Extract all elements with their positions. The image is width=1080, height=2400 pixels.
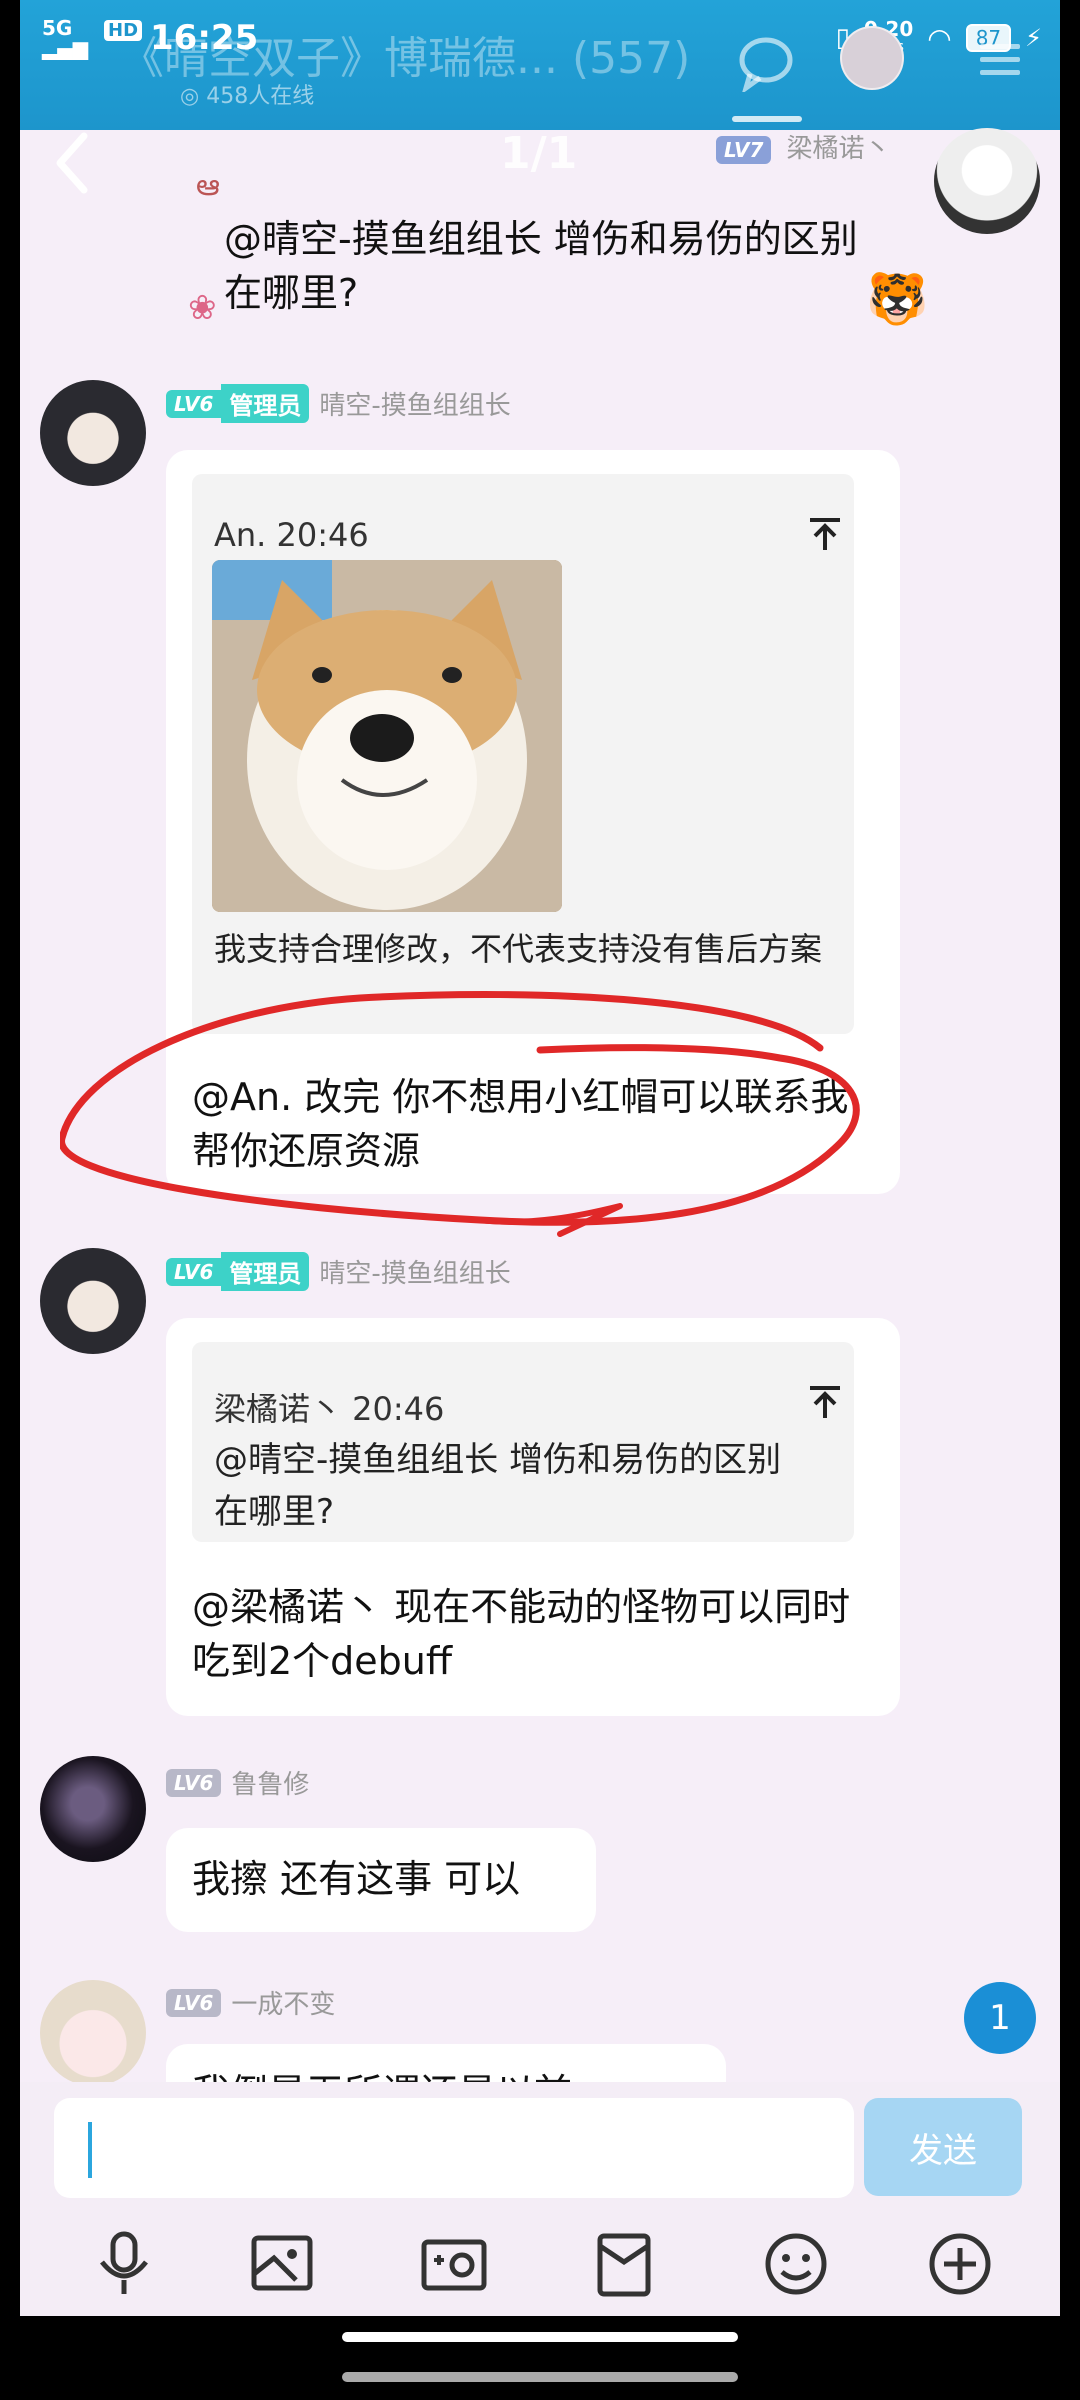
message-text: 我擦 还有这事 可以 xyxy=(192,1857,521,1901)
signal-icon: ▂▄▆ xyxy=(42,36,89,60)
online-count: ◎ 458人在线 xyxy=(180,78,314,110)
avatar[interactable] xyxy=(40,1980,146,2086)
chat-header: 5G ▂▄▆ HD 16:25 《晴空双子》博瑞德... (557) ◎ 458… xyxy=(20,0,1060,130)
online-icon: ◎ xyxy=(180,84,200,109)
level-badge: LV6 xyxy=(166,1768,222,1797)
group-avatar[interactable] xyxy=(840,26,904,90)
sender-name: 晴空-摸鱼组组长 xyxy=(319,391,511,421)
jump-to-top-icon[interactable] xyxy=(808,516,842,552)
sender-name: 晴空-摸鱼组组长 xyxy=(319,1259,511,1289)
avatar[interactable] xyxy=(40,1248,146,1354)
admin-badge: 管理员 xyxy=(221,384,310,423)
network-type: 5G xyxy=(42,16,73,40)
add-icon[interactable] xyxy=(924,2228,996,2300)
quote-text: @晴空-摸鱼组组长 增伤和易伤的区别在哪里? xyxy=(214,1440,782,1532)
app-screen: 5G ▂▄▆ HD 16:25 《晴空双子》博瑞德... (557) ◎ 458… xyxy=(20,0,1060,2316)
bubble-sticker-icon: ఆ xyxy=(196,168,220,203)
input-bar: 发送 xyxy=(20,2082,1060,2212)
quoted-message[interactable]: 梁橘诺丶 20:46 @晴空-摸鱼组组长 增伤和易伤的区别在哪里? xyxy=(192,1342,854,1542)
chat-bubble-icon[interactable] xyxy=(736,36,796,92)
microphone-icon[interactable] xyxy=(88,2228,160,2300)
quote-header: An. 20:46 xyxy=(214,516,369,554)
message-input[interactable] xyxy=(54,2098,854,2198)
charging-icon: ⚡ xyxy=(1025,24,1042,52)
avatar[interactable] xyxy=(40,380,146,486)
group-title: 《晴空双子》博瑞德... (557) xyxy=(120,33,691,84)
quote-text: 我支持合理修改，不代表支持没有售后方案 xyxy=(214,930,823,968)
text-caret xyxy=(88,2122,92,2178)
message-text: @晴空-摸鱼组组长 增伤和易伤的区别在哪里? xyxy=(224,217,858,315)
message-bubble[interactable]: 我擦 还有这事 可以 xyxy=(166,1828,596,1932)
send-button[interactable]: 发送 xyxy=(864,2098,1022,2196)
bubble-flower-icon: ❀ xyxy=(188,288,217,328)
emoji-icon[interactable] xyxy=(760,2228,832,2300)
quote-header: 梁橘诺丶 20:46 xyxy=(214,1390,445,1428)
admin-badge: 管理员 xyxy=(221,1252,310,1291)
level-badge: LV6 xyxy=(166,1988,222,2017)
level-badge: LV6 xyxy=(166,1257,222,1286)
online-label: 458人在线 xyxy=(206,84,315,109)
red-annotation-circle xyxy=(60,991,860,1237)
home-indicator[interactable] xyxy=(342,2332,738,2342)
message-meta: LV6 管理员 晴空-摸鱼组组长 xyxy=(166,384,511,423)
camera-icon[interactable] xyxy=(418,2228,490,2300)
level-badge: LV6 xyxy=(166,389,222,418)
input-toolbar xyxy=(20,2212,1060,2316)
message-top-bubble[interactable]: ఆ @晴空-摸鱼组组长 增伤和易伤的区别在哪里? ❀ 🐯 xyxy=(176,160,928,350)
gesture-bar xyxy=(342,2372,738,2382)
status-network: 5G ▂▄▆ xyxy=(42,18,88,58)
red-packet-icon[interactable] xyxy=(588,2228,660,2300)
tab-indicator xyxy=(732,116,802,122)
avatar[interactable] xyxy=(40,1756,146,1862)
jump-to-top-icon[interactable] xyxy=(808,1384,842,1420)
shiba-drawing xyxy=(212,560,562,912)
message-meta: LV6 鲁鲁修 xyxy=(166,1764,309,1801)
sender-name: 一成不变 xyxy=(231,1990,336,2020)
quoted-message[interactable]: An. 20:46 我支持合理修改，不代表支持没有售后方案 xyxy=(192,474,854,1034)
image-icon[interactable] xyxy=(246,2228,318,2300)
menu-icon[interactable] xyxy=(978,40,1022,80)
message-bubble[interactable]: 梁橘诺丶 20:46 @晴空-摸鱼组组长 增伤和易伤的区别在哪里? @梁橘诺丶 … xyxy=(166,1318,900,1716)
message-text: @梁橘诺丶 现在不能动的怪物可以同时吃到2个debuff xyxy=(192,1585,851,1683)
sender-name: 鲁鲁修 xyxy=(231,1770,310,1800)
message-meta: LV6 管理员 晴空-摸鱼组组长 xyxy=(166,1252,511,1291)
back-arrow-icon[interactable] xyxy=(48,128,98,198)
wifi-icon: ◠ xyxy=(927,21,952,55)
unread-count-badge[interactable]: 1 xyxy=(964,1982,1036,2054)
message-meta: LV6 一成不变 xyxy=(166,1984,335,2021)
avatar-top-sender[interactable] xyxy=(934,128,1040,234)
bubble-tiger-icon: 🐯 xyxy=(866,270,929,328)
shiba-meme-image[interactable] xyxy=(212,560,562,912)
